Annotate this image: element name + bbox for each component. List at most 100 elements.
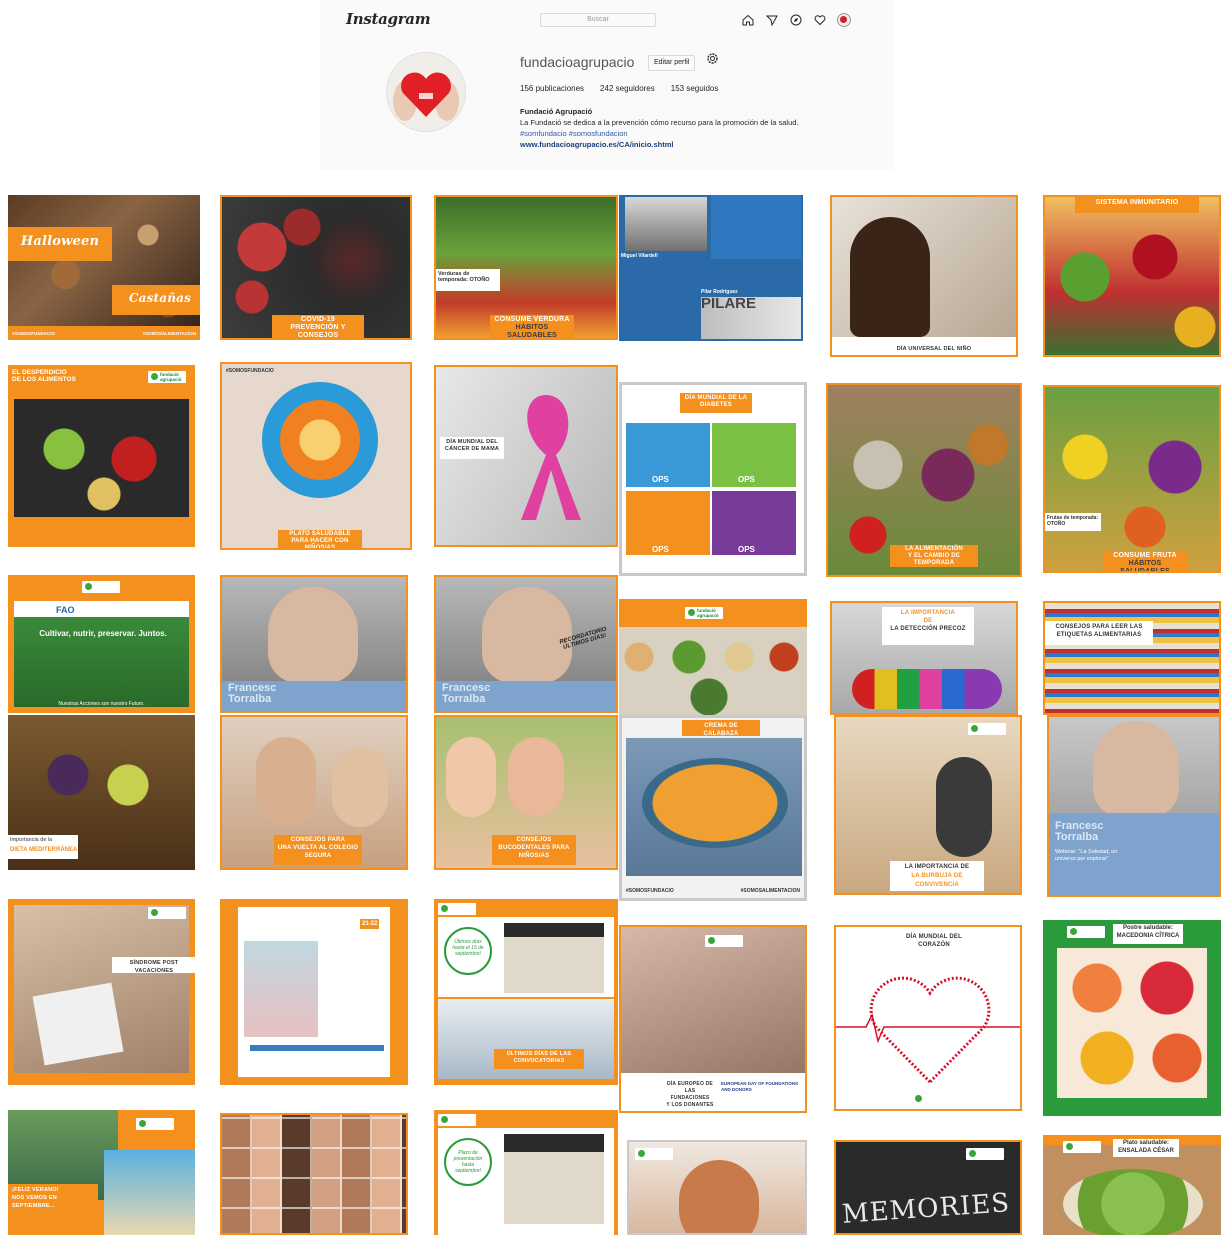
post-caption: SÍNDROME POST VACACIONES [112,957,195,974]
post-hashtag: #SOMOSFUNDACIO [626,888,674,894]
post-francesc-torralba-1[interactable]: Francesc Torralba [220,575,408,713]
profile-header: Instagram fundacioagrupacio Editar [320,0,894,170]
instagram-logo[interactable]: Instagram [346,10,431,28]
post-title: EL DESPERDICIO DE LOS ALIMENTOS [12,369,76,383]
caption-line: CONSUME VERDURA [494,316,570,323]
post-alimentacion-cambio-temporada[interactable]: LA ALIMENTACIÓN Y EL CAMBIO DE TEMPORADA [826,383,1022,577]
profile-picture[interactable] [386,52,466,132]
caption-line: Importancia de la [10,837,53,843]
compass-icon[interactable] [788,12,803,27]
post-plazo-presentacion[interactable]: Plazo de presentación hasta septiembre! [434,1110,618,1235]
european-day-logo: EUROPEAN DAY OF FOUNDATIONS AND DONORS [721,1081,799,1092]
post-girl-portrait[interactable] [627,1140,807,1235]
bio-website-link[interactable]: www.fundacioagrupacio.es/CA/inicio.shtml [520,139,880,150]
caption-line: CONSEJOS PARA LEER LAS [1055,624,1143,630]
post-desperdicio-alimentos[interactable]: EL DESPERDICIO DE LOS ALIMENTOS fundació… [8,365,195,547]
post-plato-saludable-ninos[interactable]: #SOMOSFUNDACIO PLATO SALUDABLE PARA HACE… [220,362,412,550]
post-ultimos-dias-convocatorias[interactable]: Últimos días hasta el 15 de septiembre! … [434,899,618,1085]
post-label: Verduras de temporada: OTOÑO [436,269,500,291]
post-caption: CONSUME VERDURA HÁBITOS SALUDABLES [490,315,574,338]
post-caption: CONSUME FRUTA HÁBITOS SALUDABLES [1103,551,1187,571]
caption-line: DÍA MUNDIAL DEL [906,934,962,940]
post-caption: LA IMPORTANCIA DE LA DETECCIÓN PRECOZ [882,607,974,645]
speaker-name: Francesc Torralba [228,682,277,705]
post-frutas-temporada[interactable]: Frutas de temporada: OTOÑO CONSUME FRUTA… [1043,385,1221,573]
fundacio-logo: fundació agrupació [685,607,723,619]
direct-message-icon[interactable] [764,12,779,27]
search-input[interactable] [540,13,656,27]
fao-banner: Cultivar, nutrir, preservar. Juntos. [39,629,167,638]
fundacio-logo [705,935,743,947]
post-halloween[interactable]: Halloween Castañas #SOMOSFUNDACIO #SOMOS… [8,195,200,340]
post-etiquetas-alimentarias[interactable]: CONSEJOS PARA LEER LAS ETIQUETAS ALIMENT… [1043,601,1221,715]
post-caption: LA ALIMENTACIÓN Y EL CAMBIO DE TEMPORADA [890,545,978,567]
caption-line: COVID-19 [301,316,335,323]
post-macedonia-citrica[interactable]: Postre saludable: MACEDONIA CÍTRICA [1043,920,1221,1116]
caption-line: Y EL CAMBIO DE TEMPORADA [908,553,960,566]
post-fao-alimentacion[interactable]: FAO Cultivar, nutrir, preservar. Juntos.… [8,575,195,713]
post-crema-calabaza[interactable]: CREMA DE CALABAZA #SOMOSFUNDACIO #SOMOSA… [619,715,807,901]
post-dia-mundial-diabetes[interactable]: DÍA MUNDIAL DE LA DIABETES OPS OPS OPS O… [619,382,807,576]
post-burbuja-convivencia[interactable]: LA IMPORTANCIA DE LA BURBUJA DE CONVIVEN… [834,715,1022,895]
speaker-name: Francesc Torralba [1055,820,1104,843]
ops-logo: OPS [652,475,669,484]
heart-icon[interactable] [812,12,827,27]
settings-gear-icon[interactable] [706,52,719,68]
post-dia-mundial-corazon[interactable]: DÍA MUNDIAL DEL CORAZÓN [834,925,1022,1111]
home-icon[interactable] [740,12,755,27]
post-verduras[interactable]: Verduras de temporada: OTOÑO CONSUME VER… [434,195,618,340]
top-navigation-bar: Instagram [320,0,894,40]
post-caption: LA IMPORTANCIA DE LA BURBUJA DE CONVIVEN… [890,861,984,891]
post-caption: DÍA EUROPEO DE LAS FUNDACIONES Y LOS DON… [661,1079,719,1108]
caption-line: CONSEJOS PARA [290,837,346,843]
post-caption: Plato saludable: ENSALADA CÉSAR [1113,1139,1179,1157]
caption-line: DE [923,618,933,624]
post-caption: SISTEMA INMUNITARIO [1075,197,1199,213]
post-francesc-torralba-2[interactable]: RECORDATORIO ÚLTIMOS DÍAS! Francesc Torr… [434,575,618,713]
post-dia-universal-nino[interactable]: DÍA UNIVERSAL DEL NIÑO [830,195,1018,357]
fundacio-logo [136,1118,174,1130]
caption-line: ÚLTIMOS DÍAS DE LAS [506,1051,572,1057]
caption-line: DÍA EUROPEO DE [667,1081,713,1087]
deadline-bubble: Plazo de presentación hasta septiembre! [444,1138,492,1186]
caption-line: LA DETECCIÓN PRECOZ [890,626,966,632]
post-cancer-mama[interactable]: DÍA MUNDIAL DEL CÁNCER DE MAMA [434,365,618,547]
followers-count[interactable]: 242 seguidores [600,84,655,93]
post-feliz-verano[interactable]: ¡FELIZ VERANO! NOS VEMOS EN SEPTIEMBRE..… [8,1110,195,1235]
caption-line: CORAZÓN [918,942,950,948]
event-dates: 21-22 [360,919,380,929]
post-deteccion-precoz[interactable]: LA IMPORTANCIA DE LA DETECCIÓN PRECOZ [830,601,1018,715]
caption-line: LA IMPORTANCIA [900,610,956,616]
caption-line: Y LOS DONANTES [666,1102,714,1108]
caption-line: UNA VUELTA AL COLEGIO [277,845,359,851]
post-francesc-torralba-webinar[interactable]: Francesc Torralba Webinar: "La Soledad, … [1047,715,1221,897]
post-caption: DÍA MUNDIAL DEL CORAZÓN [894,931,974,953]
caption-line: ¡FELIZ VERANO! [12,1187,59,1193]
caption-line: PREVENCIÓN Y CONSEJOS [290,324,346,339]
fundacio-logo [438,1114,476,1126]
post-sistema-inmunitario[interactable]: SISTEMA INMUNITARIO [1043,195,1221,357]
post-dia-europeo-fundaciones[interactable]: DÍA EUROPEO DE LAS FUNDACIONES Y LOS DON… [619,925,807,1113]
post-caption: DÍA MUNDIAL DEL CÁNCER DE MAMA [440,437,504,459]
post-consejos-bucodentales[interactable]: CONSEJOS BUCODENTALES PARA NIÑOS/AS [434,715,618,870]
post-vuelta-colegio[interactable]: CONSEJOS PARA UNA VUELTA AL COLEGIO SEGU… [220,715,408,870]
bio-hashtags[interactable]: #somfundacio #somosfundacion [520,128,880,139]
caption-line: LAS FUNDACIONES [670,1088,710,1101]
fundacio-logo [82,581,120,593]
post-dieta-mediterranea[interactable]: Importancia de la DIETA MEDITERRÁNEA [8,715,195,870]
post-covid[interactable]: COVID-19 PREVENCIÓN Y CONSEJOS [220,195,412,340]
post-sindrome-post-vacaciones[interactable]: SÍNDROME POST VACACIONES [8,899,195,1085]
post-faces-collage[interactable] [220,1113,408,1235]
post-meal-prep[interactable]: fundació agrupació [619,599,807,715]
following-count[interactable]: 153 seguidos [671,84,719,93]
profile-bio: Fundació Agrupació La Fundació se dedica… [520,106,880,150]
post-jornadas-vulnerabilidades[interactable]: 21-22 [220,899,408,1085]
post-caption: DÍA MUNDIAL DE LA DIABETES [680,393,752,413]
post-memories[interactable]: MEMORIES [834,1140,1022,1235]
post-pilar-rodriguez[interactable]: Miguel Vilardell Pilar Rodríguez PILARE [619,195,803,357]
profile-avatar-icon[interactable] [836,12,851,27]
post-ensalada-cesar[interactable]: Plato saludable: ENSALADA CÉSAR [1043,1135,1221,1235]
caption-line: NIÑOS/AS [518,853,550,859]
caption-line: LA BURBUJA DE CONVIVENCIA [911,873,963,888]
edit-profile-button[interactable]: Editar perfil [648,55,696,71]
